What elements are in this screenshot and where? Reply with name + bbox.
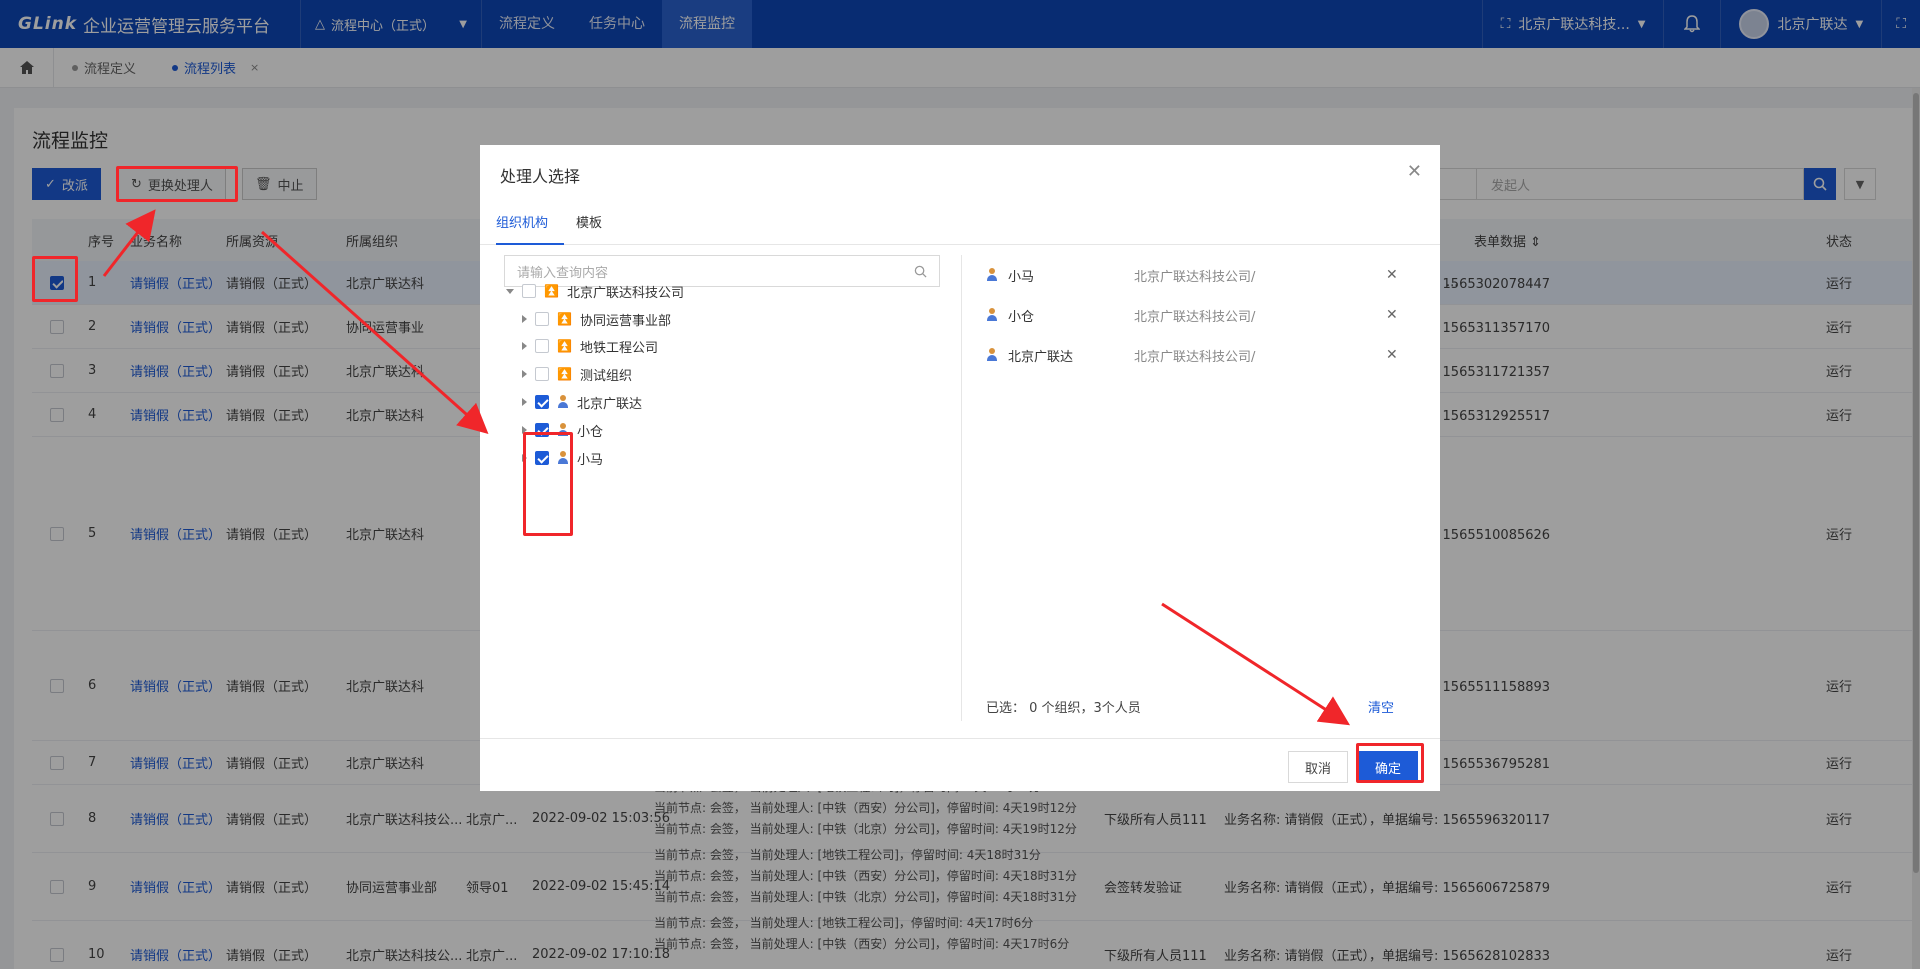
arrow-to-change-handler (102, 209, 156, 277)
arrow-to-tree (261, 230, 489, 434)
annotation-arrows (102, 209, 1351, 726)
arrow-to-confirm (1161, 602, 1351, 726)
